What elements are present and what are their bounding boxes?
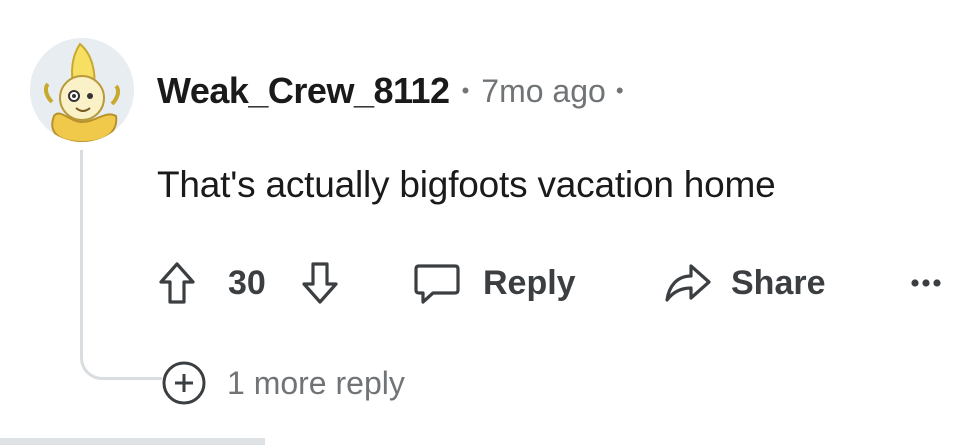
meta-separator-trailing: • bbox=[615, 78, 624, 103]
share-icon bbox=[665, 264, 711, 302]
upvote-icon bbox=[159, 262, 195, 304]
reply-label: Reply bbox=[483, 263, 576, 302]
more-replies-button[interactable]: 1 more reply bbox=[161, 358, 405, 408]
expand-plus-icon bbox=[162, 361, 206, 405]
reply-button[interactable]: Reply bbox=[413, 255, 576, 311]
avatar-image bbox=[30, 38, 134, 142]
timestamp[interactable]: 7mo ago bbox=[481, 73, 606, 110]
comment-body: That's actually bigfoots vacation home bbox=[157, 164, 776, 205]
comment-actions: 30 Reply Share bbox=[157, 255, 957, 311]
bottom-divider bbox=[0, 438, 265, 445]
reply-icon bbox=[414, 264, 460, 304]
share-label: Share bbox=[731, 263, 826, 302]
avatar[interactable] bbox=[30, 38, 134, 142]
share-button[interactable]: Share bbox=[663, 255, 826, 311]
thread-line bbox=[80, 150, 162, 380]
comment: Weak_Crew_8112 • 7mo ago • That's actual… bbox=[0, 0, 980, 445]
comment-meta: Weak_Crew_8112 • 7mo ago • bbox=[157, 66, 624, 116]
score-value: 30 bbox=[228, 263, 266, 302]
upvote-button[interactable] bbox=[157, 255, 197, 311]
meta-separator: • bbox=[461, 78, 470, 103]
score: 30 bbox=[228, 255, 266, 311]
downvote-icon bbox=[302, 262, 338, 304]
more-options-icon bbox=[911, 279, 941, 287]
username[interactable]: Weak_Crew_8112 bbox=[157, 70, 450, 112]
more-replies-label: 1 more reply bbox=[227, 364, 405, 401]
downvote-button[interactable] bbox=[300, 255, 340, 311]
more-options-button[interactable] bbox=[909, 255, 943, 311]
